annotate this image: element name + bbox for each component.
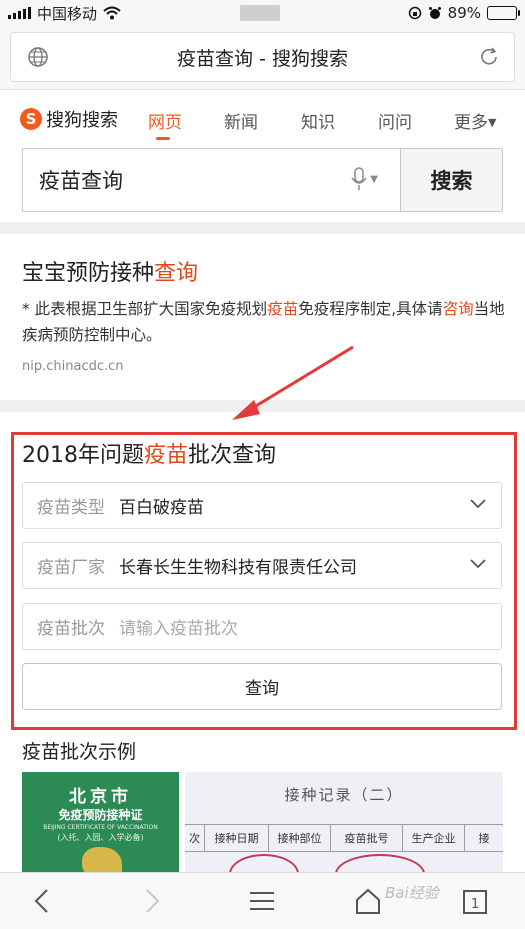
tabs-icon[interactable]: 1 [462,887,488,915]
record-col: 接 [478,832,490,845]
result-title-text: 宝宝预防接种 [22,261,155,286]
tab-knowledge[interactable]: 知识 [301,108,335,133]
search-box: 疫苗查询 ▼ 搜索 [22,148,503,212]
battery-percent: 89% [447,4,481,22]
record-col: 生产企业 [403,825,465,851]
annotation-arrow-icon [232,345,354,420]
sogou-logo-text: 搜狗搜索 [46,110,118,131]
search-query: 疫苗查询 [39,169,123,193]
vaccine-type-label: 疫苗类型 [37,498,105,518]
tab-more-label: 更多 [454,113,488,133]
vaccine-maker-label: 疫苗厂家 [37,558,105,578]
wifi-icon [103,6,121,20]
vaccine-batch-placeholder: 请输入疫苗批次 [119,619,238,639]
globe-icon [28,47,48,67]
vaccine-maker-select[interactable]: 疫苗厂家 长春长生生物科技有限责任公司 [22,542,502,589]
orientation-lock-icon [408,6,421,20]
divider [0,222,525,234]
result-title-link[interactable]: 宝宝预防接种查询 [22,255,198,287]
forward-icon[interactable] [142,887,162,915]
signal-icon [8,7,31,19]
status-bar: 中国移动 89% [0,0,525,26]
result-url: nip.chinacdc.cn [22,359,124,374]
microphone-icon [351,167,367,190]
menu-icon[interactable] [249,887,275,915]
certificate-title: 北京市 [69,787,132,807]
tab-more[interactable]: 更多▼ [454,108,496,133]
chevron-down-icon [470,559,486,569]
search-button[interactable]: 搜索 [400,149,502,211]
record-col: 接种日期 [205,825,269,851]
record-col: 疫苗批号 [331,825,403,851]
vaccine-type-select[interactable]: 疫苗类型 百白破疫苗 [22,482,502,529]
query-title-highlight: 疫苗 [144,443,189,468]
reload-icon[interactable] [478,46,500,68]
query-title-text: 2018年问题 [22,443,144,468]
example-image-record[interactable]: 接种记录（二） 次 接种日期 接种部位 疫苗批号 生产企业 接 [185,772,503,882]
address-bar[interactable]: 疫苗查询 - 搜狗搜索 [10,32,515,82]
caret-down-icon: ▼ [370,173,378,185]
examples-title: 疫苗批次示例 [22,741,137,763]
desc-part: 免疫程序制定,具体请 [298,300,443,318]
carrier-label: 中国移动 [37,4,98,23]
record-heading: 接种记录（二） [284,786,404,804]
record-col: 次 [185,825,205,851]
back-icon[interactable] [32,887,52,915]
certificate-note: (入托、入园、入学必备) [57,833,144,842]
time-blurred [240,5,280,21]
browser-toolbar: 疫苗查询 - 搜狗搜索 [0,26,525,90]
result-title-highlight: 查询 [154,261,199,286]
vaccine-maker-value: 长春长生生物科技有限责任公司 [119,558,357,578]
svg-text:1: 1 [471,897,479,912]
vaccine-batch-input[interactable]: 疫苗批次 请输入疫苗批次 [22,603,502,650]
desc-highlight: 咨询 [442,300,474,318]
desc-part: * 此表根据卫生部扩大国家免疫规划 [22,300,268,318]
browser-bottom-toolbar: 1 [0,872,525,929]
tab-news[interactable]: 新闻 [224,108,258,133]
vaccine-batch-label: 疫苗批次 [37,619,105,639]
watermark: Bai经验 [385,884,439,902]
alarm-icon [428,7,441,19]
home-icon[interactable] [354,887,382,915]
vaccine-type-value: 百白破疫苗 [119,498,204,518]
chevron-down-icon [470,499,486,509]
result-description: * 此表根据卫生部扩大国家免疫规划疫苗免疫程序制定,具体请咨询当地疾病预防控制中… [22,296,508,348]
sogou-logo[interactable]: S 搜狗搜索 [20,106,118,132]
query-button[interactable]: 查询 [22,663,502,710]
query-card-title: 2018年问题疫苗批次查询 [22,437,276,469]
tab-wenwen[interactable]: 问问 [378,108,412,133]
tab-web[interactable]: 网页 [148,108,182,133]
battery-icon [487,6,520,20]
record-col: 接种部位 [269,825,331,851]
voice-search-button[interactable]: ▼ [351,167,378,191]
certificate-subtitle: 免疫预防接种证 [58,808,143,822]
sogou-logo-icon: S [20,108,42,130]
sogou-nav: S 搜狗搜索 网页 新闻 知识 问问 更多▼ [0,92,525,142]
active-tab-indicator [156,137,170,140]
desc-highlight: 疫苗 [267,300,299,318]
record-header-row: 次 接种日期 接种部位 疫苗批号 生产企业 接 [185,824,503,852]
certificate-english: BEIJING CERTIFICATE OF VACCINATION [43,824,158,831]
query-title-text: 批次查询 [188,443,277,468]
example-image-certificate[interactable]: 北京市 免疫预防接种证 BEIJING CERTIFICATE OF VACCI… [22,772,179,882]
search-input[interactable]: 疫苗查询 ▼ [23,149,400,211]
page-title: 疫苗查询 - 搜狗搜索 [177,47,348,70]
caret-down-icon: ▼ [488,116,497,129]
